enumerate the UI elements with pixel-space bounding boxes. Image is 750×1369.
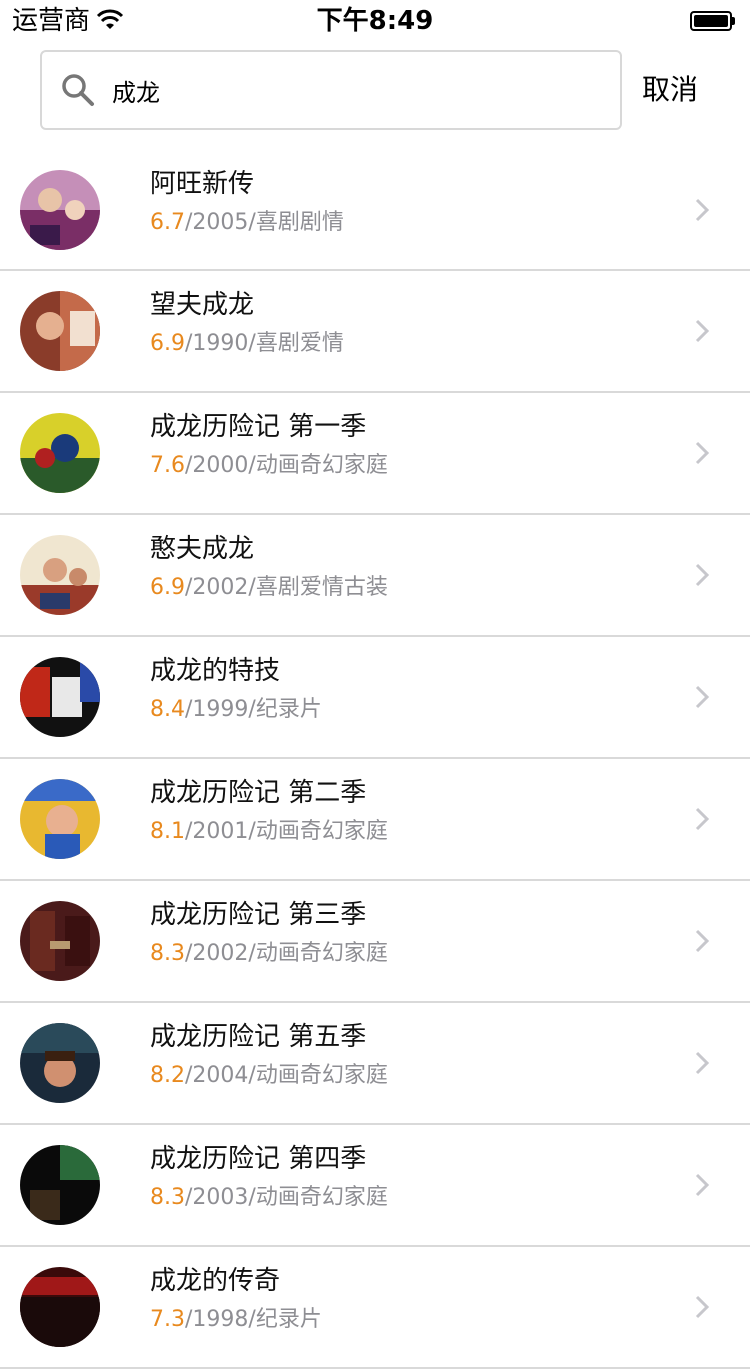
- poster-thumbnail: [20, 1023, 100, 1103]
- poster-thumbnail: [20, 170, 100, 250]
- year: 2001: [192, 819, 249, 844]
- movie-meta: 6.9/1990/喜剧爱情: [150, 331, 344, 356]
- movie-title: 成龙历险记 第三季: [150, 900, 367, 930]
- movie-meta: 8.3/2002/动画奇幻家庭: [150, 941, 388, 966]
- movie-meta: 7.3/1998/纪录片: [150, 1307, 322, 1332]
- movie-meta: 6.7/2005/喜剧剧情: [150, 210, 344, 235]
- chevron-right-icon: [695, 1173, 710, 1197]
- poster-thumbnail: [20, 1145, 100, 1225]
- poster-thumbnail: [20, 901, 100, 981]
- rating: 8.2: [150, 1063, 185, 1088]
- chevron-right-icon: [695, 563, 710, 587]
- movie-title: 成龙历险记 第四季: [150, 1144, 367, 1174]
- rating: 6.9: [150, 331, 185, 356]
- list-item[interactable]: 成龙的传奇 7.3/1998/纪录片: [0, 1247, 750, 1369]
- year: 2003: [192, 1185, 249, 1210]
- search-bar: 取消: [0, 40, 750, 150]
- poster-thumbnail: [20, 291, 100, 371]
- chevron-right-icon: [695, 807, 710, 831]
- year: 2000: [192, 453, 249, 478]
- poster-thumbnail: [20, 779, 100, 859]
- genres: 动画奇幻家庭: [255, 941, 388, 966]
- year: 1999: [192, 697, 249, 722]
- list-item[interactable]: 阿旺新传 6.7/2005/喜剧剧情: [0, 150, 750, 271]
- poster-thumbnail: [20, 413, 100, 493]
- list-item[interactable]: 成龙历险记 第一季 7.6/2000/动画奇幻家庭: [0, 393, 750, 515]
- chevron-right-icon: [695, 319, 710, 343]
- rating: 8.4: [150, 697, 185, 722]
- movie-meta: 8.3/2003/动画奇幻家庭: [150, 1185, 388, 1210]
- genres: 喜剧爱情古装: [255, 575, 388, 600]
- year: 2002: [192, 575, 249, 600]
- genres: 纪录片: [255, 697, 322, 722]
- genres: 动画奇幻家庭: [255, 1063, 388, 1088]
- year: 2004: [192, 1063, 249, 1088]
- movie-title: 成龙的特技: [150, 656, 281, 686]
- movie-meta: 7.6/2000/动画奇幻家庭: [150, 453, 388, 478]
- poster-thumbnail: [20, 1267, 100, 1347]
- list-item[interactable]: 望夫成龙 6.9/1990/喜剧爱情: [0, 271, 750, 393]
- chevron-right-icon: [695, 929, 710, 953]
- list-item[interactable]: 成龙历险记 第三季 8.3/2002/动画奇幻家庭: [0, 881, 750, 1003]
- list-item[interactable]: 成龙历险记 第二季 8.1/2001/动画奇幻家庭: [0, 759, 750, 881]
- rating: 7.3: [150, 1307, 185, 1332]
- genres: 喜剧爱情: [255, 331, 344, 356]
- genres: 动画奇幻家庭: [255, 819, 388, 844]
- poster-thumbnail: [20, 535, 100, 615]
- status-bar: 运营商 下午8:49: [0, 0, 750, 40]
- results-list: 阿旺新传 6.7/2005/喜剧剧情 望夫成龙 6.9/1990/喜剧爱情 成龙…: [0, 150, 750, 1369]
- genres: 动画奇幻家庭: [255, 1185, 388, 1210]
- chevron-right-icon: [695, 1051, 710, 1075]
- movie-title: 成龙历险记 第五季: [150, 1022, 367, 1052]
- list-item[interactable]: 成龙历险记 第四季 8.3/2003/动画奇幻家庭: [0, 1125, 750, 1247]
- rating: 6.7: [150, 210, 185, 235]
- list-item[interactable]: 成龙的特技 8.4/1999/纪录片: [0, 637, 750, 759]
- chevron-right-icon: [695, 685, 710, 709]
- genres: 喜剧剧情: [255, 210, 344, 235]
- year: 1998: [192, 1307, 249, 1332]
- movie-title: 阿旺新传: [150, 169, 255, 199]
- rating: 8.1: [150, 819, 185, 844]
- movie-meta: 8.4/1999/纪录片: [150, 697, 322, 722]
- battery-icon: [690, 11, 736, 31]
- cancel-button[interactable]: 取消: [642, 70, 698, 110]
- search-icon: [62, 74, 94, 106]
- movie-title: 成龙的传奇: [150, 1266, 281, 1296]
- movie-title: 成龙历险记 第二季: [150, 778, 367, 808]
- poster-thumbnail: [20, 657, 100, 737]
- movie-meta: 6.9/2002/喜剧爱情古装: [150, 575, 388, 600]
- year: 2002: [192, 941, 249, 966]
- movie-meta: 8.2/2004/动画奇幻家庭: [150, 1063, 388, 1088]
- list-item[interactable]: 成龙历险记 第五季 8.2/2004/动画奇幻家庭: [0, 1003, 750, 1125]
- movie-title: 憨夫成龙: [150, 534, 255, 564]
- year: 2005: [192, 210, 249, 235]
- search-field[interactable]: [40, 50, 622, 130]
- year: 1990: [192, 331, 249, 356]
- chevron-right-icon: [695, 441, 710, 465]
- rating: 8.3: [150, 1185, 185, 1210]
- chevron-right-icon: [695, 1295, 710, 1319]
- movie-meta: 8.1/2001/动画奇幻家庭: [150, 819, 388, 844]
- search-input[interactable]: [112, 52, 602, 128]
- rating: 8.3: [150, 941, 185, 966]
- clock: 下午8:49: [316, 6, 434, 36]
- rating: 7.6: [150, 453, 185, 478]
- list-item[interactable]: 憨夫成龙 6.9/2002/喜剧爱情古装: [0, 515, 750, 637]
- genres: 动画奇幻家庭: [255, 453, 388, 478]
- chevron-right-icon: [695, 198, 710, 222]
- movie-title: 望夫成龙: [150, 290, 255, 320]
- rating: 6.9: [150, 575, 185, 600]
- movie-title: 成龙历险记 第一季: [150, 412, 367, 442]
- genres: 纪录片: [255, 1307, 322, 1332]
